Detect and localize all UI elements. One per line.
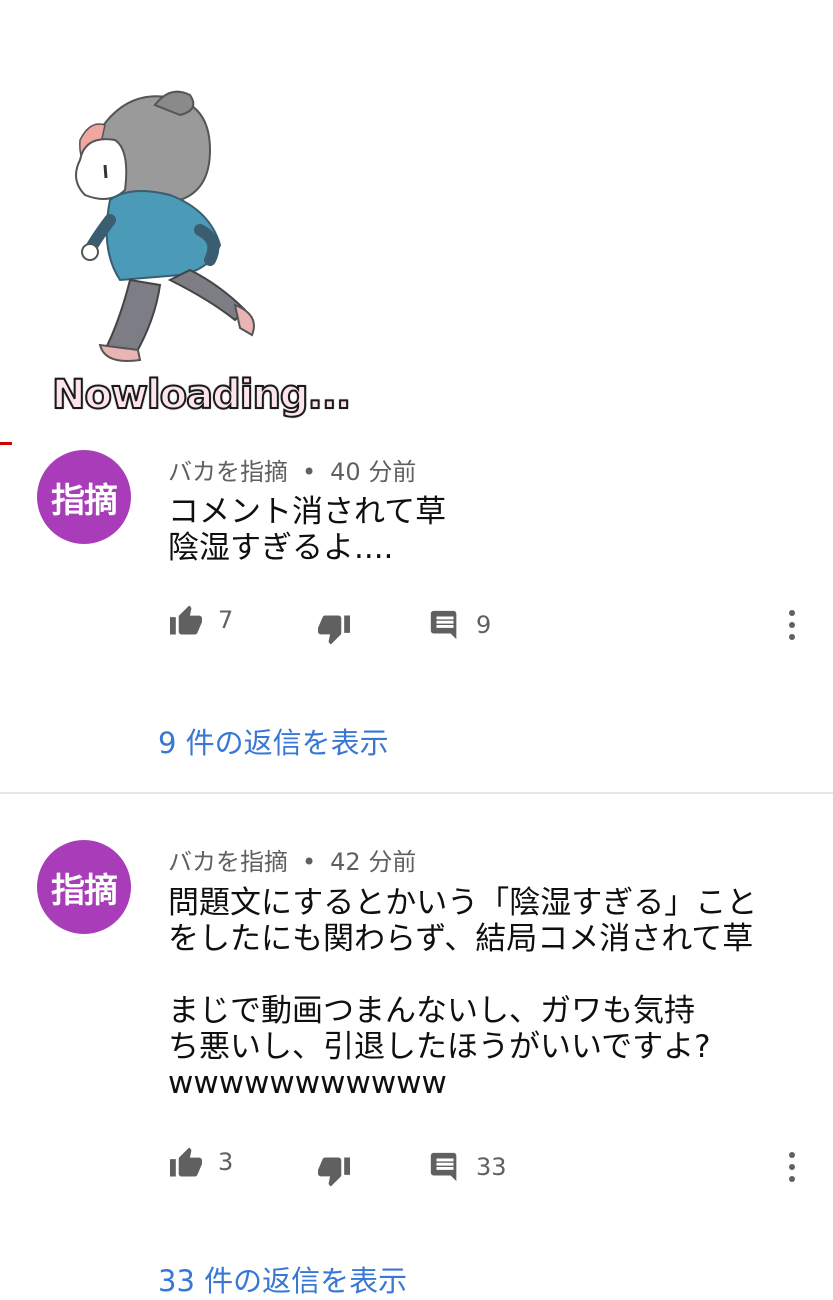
author-name[interactable]: バカを指摘 [168,848,288,876]
loading-label: Nowloading... [51,371,352,419]
thumbs-up-icon [170,1147,202,1177]
comment-text: コメント消されて草 陰湿すぎるよ.... [168,494,447,566]
like-count: 7 [218,606,234,634]
comment-meta: バカを指摘 • 40 分前 [168,452,416,487]
red-mark [0,442,12,445]
author-name[interactable]: バカを指摘 [168,458,288,486]
thumbs-up-icon [170,605,202,635]
loading-indicator: Nowloading... [0,0,833,440]
avatar[interactable]: 指摘 [37,840,131,934]
more-options-button[interactable] [778,1147,806,1187]
avatar-text: 指摘 [51,870,118,911]
comment-icon [430,610,457,640]
view-replies-link[interactable]: 33 件の返信を表示 [158,1258,407,1300]
dislike-button[interactable] [316,614,352,646]
like-button[interactable]: 7 [168,604,233,636]
like-count: 3 [218,1148,234,1176]
meta-separator: • [302,458,317,486]
comment-icon [430,1152,457,1182]
reply-button[interactable]: 33 [428,1150,507,1184]
like-button[interactable]: 3 [168,1146,233,1178]
comment-time[interactable]: 40 分前 [330,458,416,486]
comment-time[interactable]: 42 分前 [330,848,416,876]
dislike-button[interactable] [316,1156,352,1188]
avatar[interactable]: 指摘 [37,450,131,544]
reply-count: 33 [476,1153,507,1181]
reply-button[interactable]: 9 [428,608,491,642]
thumbs-down-icon [318,1157,350,1187]
reply-count: 9 [476,611,492,639]
more-options-button[interactable] [778,605,806,645]
avatar-text: 指摘 [51,480,118,521]
more-vert-icon [789,610,795,616]
comment-meta: バカを指摘 • 42 分前 [168,842,416,877]
meta-separator: • [302,848,317,876]
running-character-illustration [75,90,255,362]
divider [0,792,833,794]
comment-text: 問題文にするとかいう「陰湿すぎる」こと をしたにも関わらず、結局コメ消されて草 … [168,885,758,1101]
more-vert-icon [789,1152,795,1158]
thumbs-down-icon [318,615,350,645]
view-replies-link[interactable]: 9 件の返信を表示 [158,720,389,762]
